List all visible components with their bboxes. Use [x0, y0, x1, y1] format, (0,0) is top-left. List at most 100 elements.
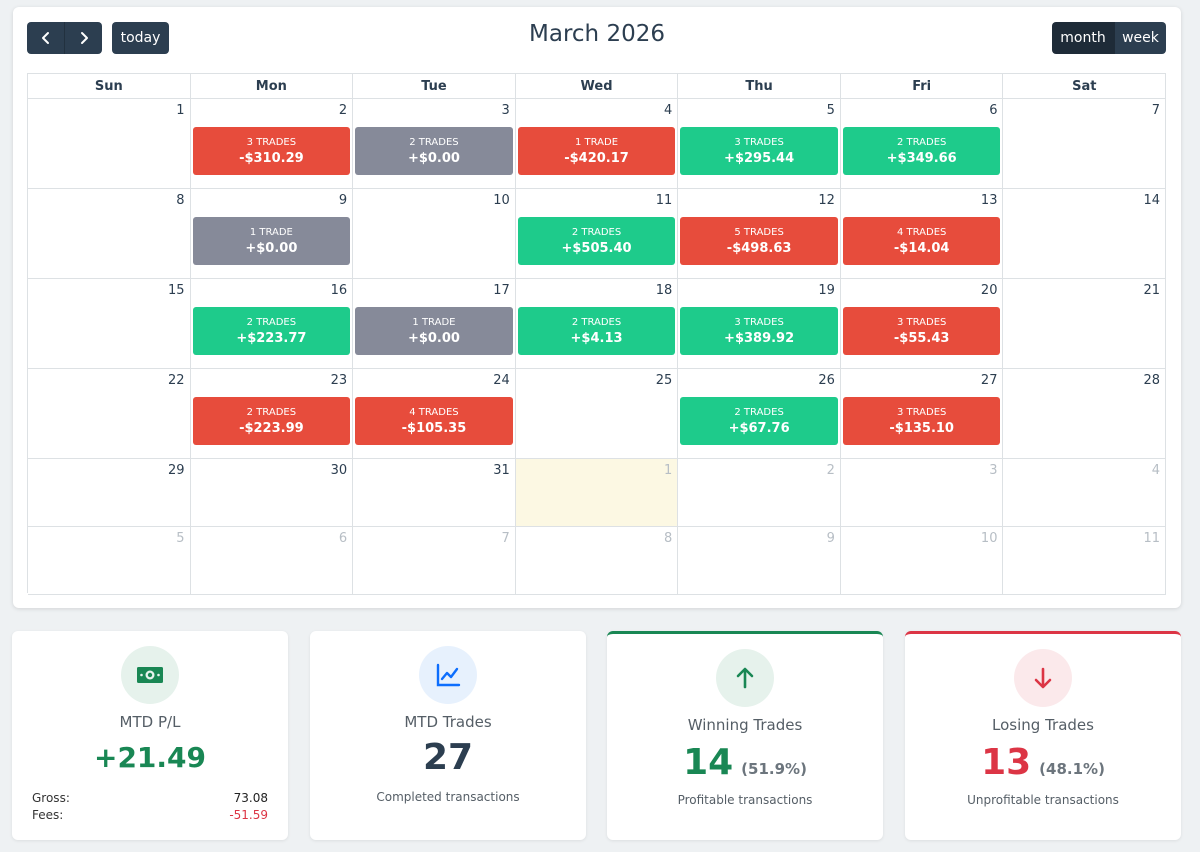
- day-cell[interactable]: 31: [353, 459, 516, 527]
- day-number: 19: [818, 283, 835, 298]
- day-cell[interactable]: 25: [515, 369, 679, 459]
- day-number: 29: [168, 463, 185, 478]
- trade-event-loss[interactable]: 4 trades -$14.04: [842, 217, 1001, 265]
- trade-event-loss[interactable]: 3 trades -$135.10: [842, 397, 1001, 445]
- day-cell-today[interactable]: 1: [515, 459, 679, 527]
- day-cell[interactable]: 28: [1003, 369, 1167, 459]
- day-cell[interactable]: 8: [515, 527, 679, 595]
- day-cell[interactable]: 19 3 trades +$389.92: [678, 279, 841, 369]
- trade-event-win[interactable]: 3 trades +$389.92: [680, 307, 838, 355]
- trade-event-loss[interactable]: 3 trades -$55.43: [842, 307, 1001, 355]
- day-cell[interactable]: 7: [353, 527, 516, 595]
- prev-month-button[interactable]: [27, 22, 64, 54]
- day-number: 2: [826, 463, 835, 478]
- day-cell[interactable]: 9 1 trade +$0.00: [190, 189, 354, 279]
- gross-value: 73.08: [233, 791, 268, 805]
- trade-event-win[interactable]: 3 trades +$295.44: [680, 127, 838, 175]
- day-number: 30: [330, 463, 348, 478]
- month-view-button[interactable]: month: [1052, 22, 1114, 54]
- day-cell[interactable]: 23 2 trades -$223.99: [190, 369, 354, 459]
- day-cell[interactable]: 3 2 trades +$0.00: [353, 99, 516, 189]
- day-cell[interactable]: 11 2 trades +$505.40: [515, 189, 679, 279]
- trade-event-win[interactable]: 2 trades +$349.66: [842, 127, 1001, 175]
- event-pl-value: -$135.10: [889, 421, 954, 436]
- event-trade-count: 3 trades: [896, 317, 947, 328]
- day-cell[interactable]: 21: [1003, 279, 1167, 369]
- week-view-button[interactable]: week: [1114, 22, 1166, 54]
- day-cell[interactable]: 2: [678, 459, 841, 527]
- event-trade-count: 2 trades: [896, 137, 947, 148]
- event-trade-count: 4 trades: [896, 227, 947, 238]
- chevron-right-icon: [80, 32, 88, 44]
- event-trade-count: 3 trades: [246, 137, 297, 148]
- event-trade-count: 2 trades: [571, 317, 622, 328]
- trade-event-loss[interactable]: 1 trade -$420.17: [517, 127, 676, 175]
- day-cell[interactable]: 2 3 trades -$310.29: [190, 99, 354, 189]
- day-cell[interactable]: 4: [1003, 459, 1167, 527]
- day-number: 31: [493, 463, 510, 478]
- trade-event-flat[interactable]: 1 trade +$0.00: [355, 307, 513, 355]
- day-cell[interactable]: 10: [353, 189, 516, 279]
- gross-row: Gross: 73.08: [32, 791, 268, 805]
- day-cell[interactable]: 12 5 trades -$498.63: [678, 189, 841, 279]
- mtd-trades-sub: Completed transactions: [376, 790, 520, 804]
- trade-event-loss[interactable]: 2 trades -$223.99: [192, 397, 351, 445]
- trade-event-win[interactable]: 2 trades +$223.77: [192, 307, 351, 355]
- day-cell[interactable]: 27 3 trades -$135.10: [840, 369, 1004, 459]
- day-cell[interactable]: 5: [28, 527, 191, 595]
- losing-trades-card: Losing Trades 13 (48.1%) Unprofitable tr…: [905, 631, 1181, 840]
- fees-value: -51.59: [229, 808, 268, 822]
- day-cell[interactable]: 11: [1003, 527, 1167, 595]
- event-trade-count: 2 trades: [409, 137, 459, 148]
- event-pl-value: -$105.35: [401, 421, 467, 436]
- trade-event-loss[interactable]: 3 trades -$310.29: [192, 127, 351, 175]
- event-pl-value: -$223.99: [239, 421, 304, 436]
- day-number: 21: [1143, 283, 1161, 298]
- trade-event-win[interactable]: 2 trades +$4.13: [517, 307, 676, 355]
- event-pl-value: +$67.76: [728, 421, 790, 436]
- day-number: 28: [1143, 373, 1161, 388]
- trade-event-flat[interactable]: 2 trades +$0.00: [355, 127, 513, 175]
- day-cell[interactable]: 17 1 trade +$0.00: [353, 279, 516, 369]
- day-number: 11: [655, 193, 673, 208]
- day-cell[interactable]: 29: [28, 459, 191, 527]
- day-cell[interactable]: 18 2 trades +$4.13: [515, 279, 679, 369]
- day-cell[interactable]: 6: [190, 527, 354, 595]
- trade-event-win[interactable]: 2 trades +$505.40: [517, 217, 676, 265]
- day-cell[interactable]: 5 3 trades +$295.44: [678, 99, 841, 189]
- day-cell[interactable]: 15: [28, 279, 191, 369]
- day-cell[interactable]: 13 4 trades -$14.04: [840, 189, 1004, 279]
- day-number: 3: [501, 103, 510, 118]
- day-cell[interactable]: 3: [840, 459, 1004, 527]
- winning-count: 14 (51.9%): [607, 742, 883, 783]
- day-cell[interactable]: 4 1 trade -$420.17: [515, 99, 679, 189]
- trade-event-loss[interactable]: 5 trades -$498.63: [680, 217, 838, 265]
- day-cell[interactable]: 10: [840, 527, 1004, 595]
- day-number: 23: [330, 373, 348, 388]
- day-cell[interactable]: 24 4 trades -$105.35: [353, 369, 516, 459]
- event-trade-count: 2 trades: [571, 227, 622, 238]
- day-number: 20: [980, 283, 998, 298]
- event-trade-count: 4 trades: [409, 407, 459, 418]
- day-cell[interactable]: 6 2 trades +$349.66: [840, 99, 1004, 189]
- arrow-up-icon: [716, 649, 774, 707]
- day-cell[interactable]: 26 2 trades +$67.76: [678, 369, 841, 459]
- day-cell[interactable]: 14: [1003, 189, 1167, 279]
- day-cell[interactable]: 30: [190, 459, 354, 527]
- day-cell[interactable]: 20 3 trades -$55.43: [840, 279, 1004, 369]
- trade-event-loss[interactable]: 4 trades -$105.35: [355, 397, 513, 445]
- winning-trades-sub: Profitable transactions: [677, 793, 813, 807]
- next-month-button[interactable]: [64, 22, 102, 54]
- day-cell[interactable]: 22: [28, 369, 191, 459]
- trade-event-flat[interactable]: 1 trade +$0.00: [192, 217, 351, 265]
- day-cell[interactable]: 8: [28, 189, 191, 279]
- trade-event-win[interactable]: 2 trades +$67.76: [680, 397, 838, 445]
- day-number: 15: [168, 283, 185, 298]
- day-cell[interactable]: 9: [678, 527, 841, 595]
- day-cell[interactable]: 1: [28, 99, 191, 189]
- today-button[interactable]: today: [112, 22, 169, 54]
- losing-trades-pct: (48.1%): [1039, 760, 1105, 778]
- mtd-trades-card: MTD Trades 27 Completed transactions: [310, 631, 586, 840]
- day-cell[interactable]: 16 2 trades +$223.77: [190, 279, 354, 369]
- day-cell[interactable]: 7: [1003, 99, 1167, 189]
